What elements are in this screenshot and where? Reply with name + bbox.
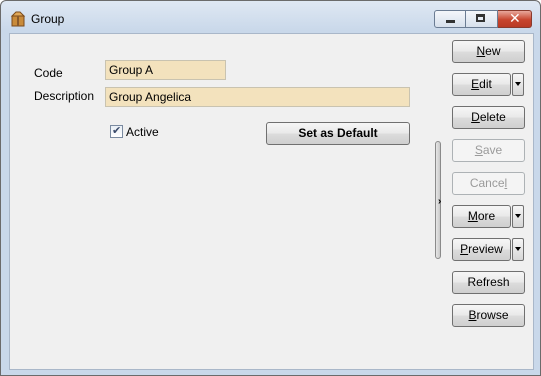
save-button[interactable]: Save [452,139,525,162]
chevron-down-icon [515,214,521,218]
set-as-default-button[interactable]: Set as Default [266,122,410,145]
active-checkbox[interactable]: ✔ [110,124,123,138]
description-label: Description [34,89,95,103]
refresh-button[interactable]: Refresh [452,271,525,294]
new-button[interactable]: New [452,40,525,63]
maximize-button[interactable] [466,10,498,28]
edit-button[interactable]: Edit [452,73,511,96]
title-bar[interactable]: Group ✕ [1,1,540,33]
maximize-icon [476,14,485,22]
browse-button[interactable]: Browse [452,304,525,327]
window-title: Group [31,12,65,26]
chevron-right-icon[interactable]: › [438,196,441,207]
form-area: Code Group A Description Group Angelica … [9,33,534,370]
chevron-down-icon [515,247,521,251]
cancel-button[interactable]: Cancel [452,172,525,195]
delete-button[interactable]: Delete [452,106,525,129]
check-icon: ✔ [112,124,122,137]
more-button[interactable]: More [452,205,511,228]
minimize-button[interactable] [434,10,466,28]
close-button[interactable]: ✕ [498,10,532,28]
code-label: Code [34,66,63,80]
code-field[interactable]: Group A [105,60,226,80]
minimize-icon [446,20,455,23]
edit-dropdown-button[interactable] [512,73,524,96]
preview-button[interactable]: Preview [452,238,511,261]
more-dropdown-button[interactable] [512,205,524,228]
package-icon [10,11,26,27]
preview-dropdown-button[interactable] [512,238,524,261]
description-field[interactable]: Group Angelica [105,87,410,107]
active-label: Active [126,125,159,139]
close-icon: ✕ [509,11,521,27]
group-window: Group ✕ Code Group A Description Group A… [0,0,541,376]
chevron-down-icon [515,82,521,86]
